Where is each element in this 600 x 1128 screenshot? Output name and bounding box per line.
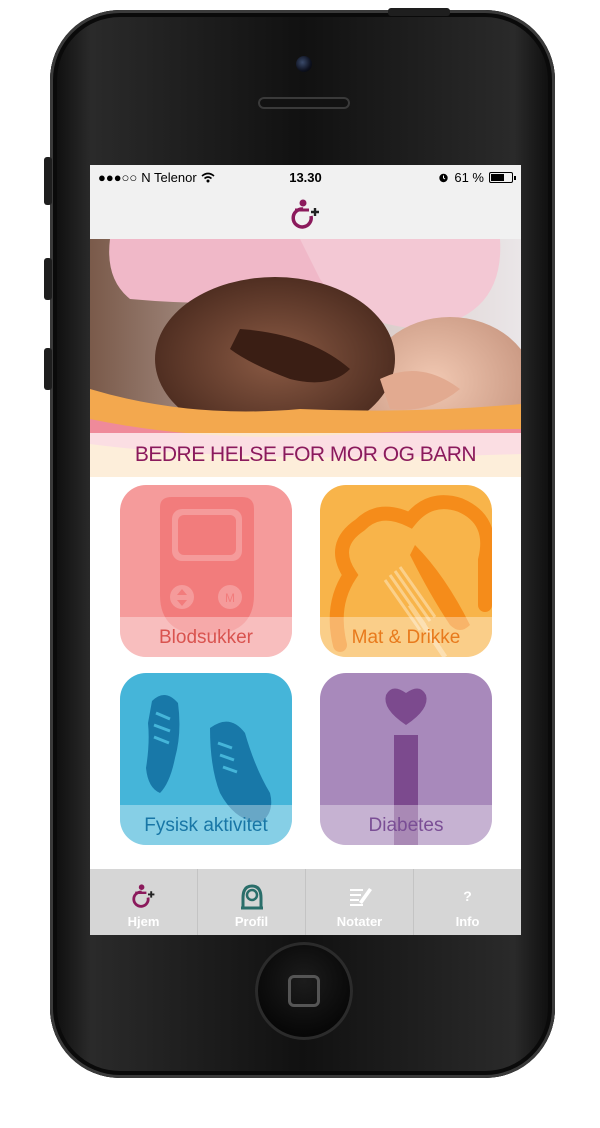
tile-grid: M Blodsukker Mat & Drikke Fysisk aktivit… [90, 477, 521, 871]
tile-label: Diabetes [320, 805, 492, 845]
status-right: 61 % [438, 170, 516, 185]
battery-icon [489, 172, 516, 183]
tab-label: Info [455, 914, 480, 929]
battery-fill [491, 174, 505, 181]
tab-notater[interactable]: Notater [306, 869, 414, 935]
status-bar: ●●●○○ N Telenor 13.30 61 % [90, 165, 521, 189]
tile-label: Fysisk aktivitet [120, 805, 292, 845]
info-icon: ? [463, 888, 472, 904]
profile-icon [240, 884, 263, 910]
tab-bar: Hjem Profil Notater ? Info [90, 869, 521, 935]
tab-icon-wrap [239, 880, 265, 912]
tab-profil[interactable]: Profil [198, 869, 306, 935]
tab-label: Profil [234, 914, 269, 929]
hero-banner: BEDRE HELSE FOR MOR OG BARN [90, 239, 521, 477]
home-logo-icon [131, 884, 154, 908]
tile-fysisk-aktivitet[interactable]: Fysisk aktivitet [120, 673, 292, 845]
tab-label: Notater [336, 914, 383, 929]
mute-switch [44, 157, 52, 205]
battery-percent: 61 % [454, 170, 484, 185]
front-camera [296, 56, 312, 72]
tab-info[interactable]: ? Info [414, 869, 521, 935]
tile-label: Blodsukker [120, 617, 292, 657]
app-logo-icon [290, 199, 319, 229]
app-header [90, 189, 521, 239]
tile-mat-drikke[interactable]: Mat & Drikke [320, 485, 492, 657]
tile-diabetes[interactable]: Diabetes [320, 673, 492, 845]
tab-hjem[interactable]: Hjem [90, 869, 198, 935]
notes-icon [349, 888, 372, 906]
app-screen: ●●●○○ N Telenor 13.30 61 % BEDRE HELSE F… [90, 165, 521, 935]
tab-icon-wrap [347, 880, 373, 912]
volume-up-button [44, 258, 52, 300]
earpiece-speaker [258, 97, 350, 109]
tile-blodsukker[interactable]: M Blodsukker [120, 485, 292, 657]
tab-label: Hjem [127, 914, 160, 929]
hero-title: BEDRE HELSE FOR MOR OG BARN [90, 433, 521, 477]
tab-icon-wrap: ? [463, 880, 472, 912]
volume-down-button [44, 348, 52, 390]
tile-label: Mat & Drikke [320, 617, 492, 657]
svg-text:M: M [225, 591, 235, 605]
alarm-icon [439, 173, 449, 183]
home-button-square [288, 975, 320, 1007]
tab-icon-wrap [131, 880, 156, 912]
power-button [388, 8, 450, 16]
